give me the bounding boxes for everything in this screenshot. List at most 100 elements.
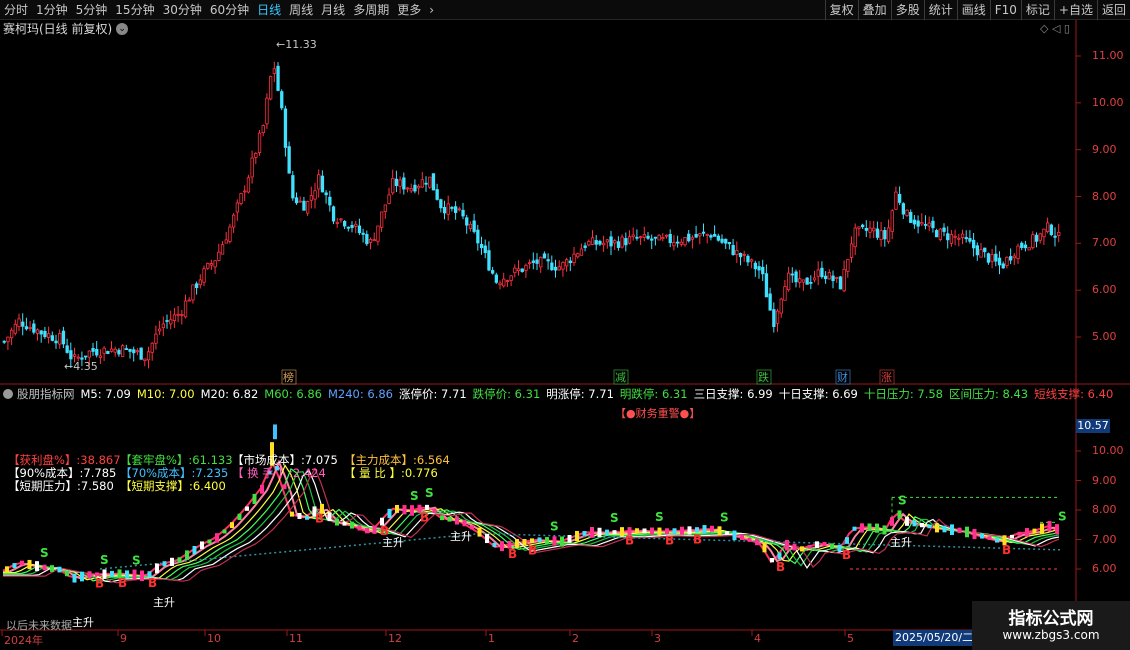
candle-body [132, 349, 136, 354]
watermark: 指标公式网 www.zbgs3.com [972, 601, 1130, 650]
candle-body [661, 237, 665, 239]
candle-body [72, 354, 77, 357]
candle-body [557, 266, 561, 271]
price-tick-label: 10.00 [1092, 95, 1124, 109]
candle-body [1001, 263, 1005, 269]
candle-body [790, 273, 794, 276]
candle-body [239, 193, 243, 204]
candle-body [69, 350, 73, 360]
indicator-bar [845, 537, 849, 544]
candle-body [812, 277, 817, 281]
candle-body [738, 253, 743, 258]
candle-body [146, 351, 151, 361]
indicator-bar [530, 538, 534, 543]
candle-body [13, 323, 18, 334]
candle-body [65, 345, 69, 353]
candle-body [968, 238, 972, 242]
indicator-bar [402, 505, 407, 515]
candle-body [565, 259, 569, 267]
candle-body [268, 76, 273, 100]
candle-body [753, 262, 757, 270]
candle-body [905, 209, 909, 216]
candle-body [779, 298, 783, 314]
date-tick-label: 5 [847, 632, 854, 645]
indicator-value-2: M10: 7.00 [136, 387, 195, 401]
candle-body [35, 329, 40, 334]
candle-body [9, 329, 14, 339]
indicator-tick-label: 7.00 [1092, 532, 1117, 546]
candle-body [642, 234, 646, 238]
candle-body [979, 249, 983, 258]
candle-body [613, 240, 617, 244]
candle-body [798, 278, 802, 283]
indicator-bar [273, 424, 277, 440]
candle-body [328, 196, 332, 206]
candle-body [550, 262, 554, 271]
indicator-bar [432, 508, 437, 514]
candle-body [883, 230, 887, 240]
candle-body [224, 239, 228, 244]
indicator-bar [42, 564, 47, 571]
candle-body [809, 282, 813, 284]
candle-body [335, 222, 339, 224]
buy-signal: B [148, 576, 157, 590]
watermark-url: www.zbgs3.com [1002, 628, 1100, 642]
kline-chart[interactable]: B B BBBBB BB B BBB BSS SS SSS S SSS主升主升主升 主升 主升 ←11.… [0, 0, 1130, 650]
indicator-bar [575, 530, 579, 542]
indicator-bar [20, 560, 24, 566]
candle-body [231, 214, 236, 228]
candle-body [513, 267, 517, 274]
indicator-tick-label: 6.00 [1092, 562, 1117, 575]
indicator-bar [552, 536, 557, 546]
candle-body [794, 271, 798, 283]
candle-body [191, 284, 195, 301]
legend-item: 【短期支撑】:6.400 [120, 479, 226, 493]
candle-body [479, 243, 484, 249]
legend-item: 【短期压力】:7.580 [8, 479, 114, 493]
event-marker-2: 跌 [758, 370, 769, 384]
indicator-bar [755, 538, 759, 546]
indicator-bar [87, 571, 92, 579]
date-tick-label: 2 [572, 632, 579, 645]
date-tick-label: 4 [754, 632, 761, 645]
candle-body [354, 223, 358, 227]
indicator-bar [642, 528, 647, 534]
candle-body [639, 236, 643, 239]
candle-body [1042, 228, 1046, 238]
chart-labels: ←11.33 ←4.35 榜 减 跌 财 涨 [64, 38, 895, 385]
candle-body [535, 259, 539, 264]
candle-body [746, 255, 750, 263]
indicator-select-icon[interactable] [3, 389, 13, 399]
candle-body [857, 226, 861, 229]
indicator-bar [740, 535, 744, 540]
candle-body [250, 157, 254, 178]
indicator-bar [110, 570, 114, 577]
candle-body [1038, 233, 1042, 241]
candle-body [698, 233, 702, 237]
date-tick-label: 1 [488, 632, 495, 645]
indicator-bar [425, 504, 429, 510]
indicator-bar [455, 516, 459, 525]
candle-body [561, 262, 565, 270]
candle-body [720, 238, 724, 243]
indicator-bar [290, 511, 294, 517]
candle-body [805, 277, 809, 285]
candle-body [520, 268, 524, 272]
candle-body [17, 318, 21, 328]
candle-body [361, 232, 365, 235]
candle-body [731, 245, 735, 256]
candle-body [602, 242, 606, 246]
candle-body [313, 190, 317, 200]
indicator-bar [215, 533, 219, 543]
indicator-bar [537, 537, 542, 543]
indicator-bar [905, 517, 909, 526]
candle-body [47, 333, 51, 338]
candle-body [394, 178, 399, 187]
candle-body [516, 268, 521, 271]
candle-body [468, 223, 473, 230]
candle-body [960, 233, 965, 238]
indicator-bar [57, 566, 62, 573]
high-price-label: ←11.33 [276, 38, 317, 51]
candle-body [402, 177, 406, 190]
legend-item: 【 换 手 】:2.424 [232, 466, 326, 480]
